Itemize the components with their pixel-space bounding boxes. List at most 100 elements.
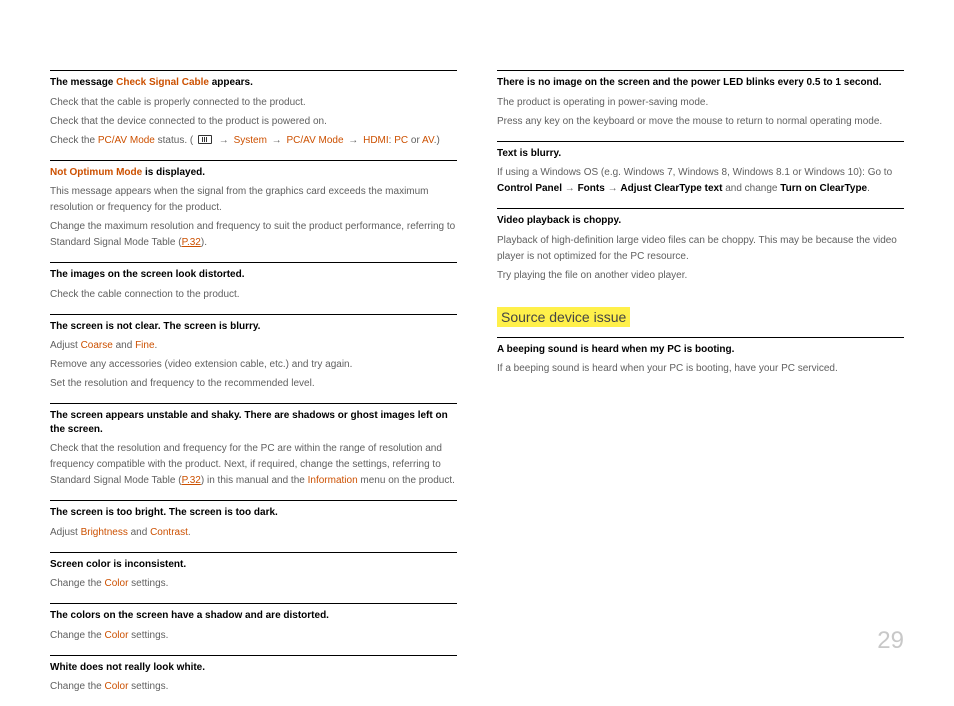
text-run: Check the [50,135,98,146]
section-heading: Video playback is choppy. [497,214,904,233]
trouble-section: Text is blurry. If using a Windows OS (e.… [497,141,904,209]
section-body-line: Check the cable connection to the produc… [50,287,457,306]
section-body-line: Check that the device connected to the p… [50,114,457,133]
section-body-line: Check the PC/AV Mode status. ( → System … [50,133,457,152]
section-heading: The message Check Signal Cable appears. [50,76,457,95]
text-run: → [267,135,287,146]
text-run: ). [201,237,207,248]
text-run: and [128,527,150,538]
text-run: and change [722,183,780,194]
text-run: Check Signal Cable [116,77,209,88]
section-body-line: Try playing the file on another video pl… [497,268,904,287]
text-run: The screen is not clear. The screen is b… [50,321,260,332]
section-title: Source device issue [497,307,630,327]
text-run: HDMI [363,135,389,146]
section-body-line: Change the Color settings. [50,628,457,647]
text-run: Check the cable connection to the produc… [50,289,240,300]
section-heading: Text is blurry. [497,147,904,166]
text-run: Playback of high-definition large video … [497,235,897,262]
text-run: settings. [128,681,168,692]
section-body-line: Set the resolution and frequency to the … [50,376,457,395]
right-column: There is no image on the screen and the … [497,70,904,706]
trouble-section: Video playback is choppy. Playback of hig… [497,208,904,295]
text-run: and [113,340,135,351]
trouble-section: The images on the screen look distorted.… [50,262,457,314]
text-run: System [234,135,267,146]
section-heading: The colors on the screen have a shadow a… [50,609,457,628]
text-run: The colors on the screen have a shadow a… [50,610,329,621]
text-run: Text is blurry. [497,148,561,159]
text-run: If using a Windows OS (e.g. Windows 7, W… [497,167,892,178]
text-run: Check that the cable is properly connect… [50,97,306,108]
section-body-line: If a beeping sound is heard when your PC… [497,361,904,380]
text-run: menu on the product. [358,475,455,486]
text-run: Not Optimum Mode [50,167,142,178]
text-run: PC/AV Mode [286,135,343,146]
text-run: Video playback is choppy. [497,215,621,226]
text-run: . [188,527,191,538]
text-run: Fine [135,340,154,351]
text-run: is displayed. [142,167,205,178]
section-heading: Not Optimum Mode is displayed. [50,166,457,185]
text-run: Set the resolution and frequency to the … [50,378,315,389]
text-run: Contrast [150,527,188,538]
text-run: ) in this manual and the [201,475,308,486]
text-run: settings. [128,578,168,589]
text-run: .) [434,135,440,146]
text-run: Remove any accessories (video extension … [50,359,352,370]
text-run: Color [105,630,129,641]
text-run: The screen appears unstable and shaky. T… [50,410,448,435]
trouble-section: The colors on the screen have a shadow a… [50,603,457,655]
section-heading: Screen color is inconsistent. [50,558,457,577]
trouble-section: The screen is not clear. The screen is b… [50,314,457,404]
section-heading: A beeping sound is heard when my PC is b… [497,343,904,362]
section-body-line: The product is operating in power-saving… [497,95,904,114]
section-heading: The images on the screen look distorted. [50,268,457,287]
text-run: appears. [209,77,253,88]
text-run: Change the [50,681,105,692]
text-run: There is no image on the screen and the … [497,77,882,88]
text-run: or [408,135,422,146]
text-run: Coarse [81,340,113,351]
section-body-line: If using a Windows OS (e.g. Windows 7, W… [497,165,904,200]
section-heading: The screen is too bright. The screen is … [50,506,457,525]
section-heading: White does not really look white. [50,661,457,680]
menu-icon [198,135,212,144]
text-run: status. ( [155,135,196,146]
left-column: The message Check Signal Cable appears.C… [50,70,457,706]
text-run: A beeping sound is heard when my PC is b… [497,344,734,355]
text-run: → [214,135,234,146]
section-body-line: Change the maximum resolution and freque… [50,219,457,254]
text-run[interactable]: P.32 [182,237,201,248]
content-columns: The message Check Signal Cable appears.C… [50,70,904,706]
text-run: White does not really look white. [50,662,205,673]
text-run[interactable]: P.32 [182,475,201,486]
text-run: . [155,340,158,351]
section-body-line: Change the Color settings. [50,576,457,595]
section-body-line: Playback of high-definition large video … [497,233,904,268]
text-run: Fonts [578,183,605,194]
section-body-line: Remove any accessories (video extension … [50,357,457,376]
text-run: settings. [128,630,168,641]
text-run: This message appears when the signal fro… [50,186,429,213]
section-body-line: Adjust Coarse and Fine. [50,338,457,357]
text-run: Adjust [50,527,81,538]
text-run: Brightness [81,527,128,538]
text-run: Adjust [50,340,81,351]
trouble-section: The screen is too bright. The screen is … [50,500,457,552]
section-body-line: Check that the cable is properly connect… [50,95,457,114]
page-number: 29 [877,627,904,655]
section-heading: The screen is not clear. The screen is b… [50,320,457,339]
trouble-section: The message Check Signal Cable appears.C… [50,70,457,160]
text-run: Color [105,578,129,589]
text-run: If a beeping sound is heard when your PC… [497,363,838,374]
text-run: Change the [50,578,105,589]
trouble-section: There is no image on the screen and the … [497,70,904,141]
text-run: Change the maximum resolution and freque… [50,221,455,248]
text-run: Turn on ClearType [780,183,867,194]
text-run: Screen color is inconsistent. [50,559,186,570]
text-run: Check that the device connected to the p… [50,116,327,127]
section-body-line: Check that the resolution and frequency … [50,441,457,492]
text-run: PC [394,135,408,146]
trouble-section: A beeping sound is heard when my PC is b… [497,337,904,389]
